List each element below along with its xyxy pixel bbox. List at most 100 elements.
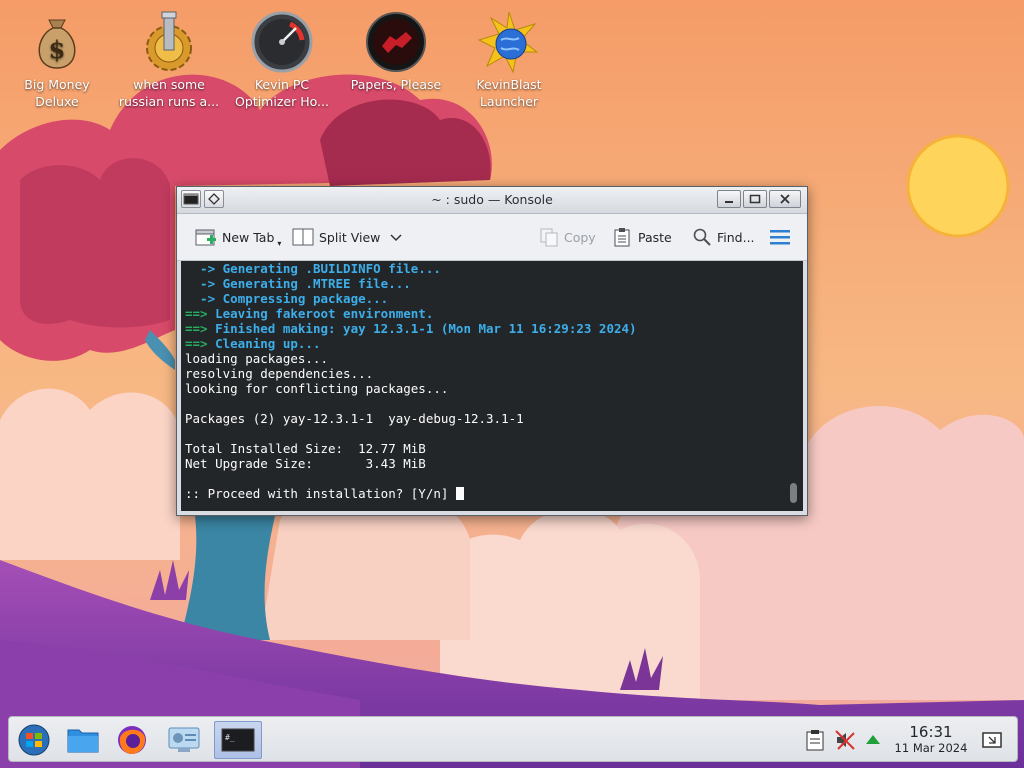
terminal-line: ==> Cleaning up... [181, 336, 803, 351]
terminal-line: -> Compressing package... [181, 291, 803, 306]
clipboard-icon [806, 730, 824, 751]
desktop-icon-big-money-deluxe[interactable]: $ Big Money Deluxe [2, 4, 112, 110]
close-icon [780, 194, 790, 204]
copy-label: Copy [564, 229, 596, 245]
terminal-line-prefix: -> [185, 276, 223, 291]
svg-text:#_: #_ [225, 733, 235, 742]
terminal-line: -> Generating .BUILDINFO file... [181, 261, 803, 276]
terminal-cursor [455, 487, 464, 500]
paste-label: Paste [638, 229, 672, 245]
gear-pipe-icon [137, 10, 201, 74]
copy-button[interactable]: Copy [539, 227, 596, 247]
svg-text:$: $ [49, 35, 66, 64]
taskbar: #_ 16:31 11 Mar 2024 [8, 716, 1018, 762]
star-globe-icon [477, 10, 541, 74]
taskbar-firefox[interactable] [112, 721, 152, 759]
chevron-up-icon [866, 735, 880, 744]
desktop-icon-label: Optimizer Ho... [235, 94, 329, 109]
show-desktop-icon [982, 732, 1002, 748]
terminal-line-prefix: ==> [185, 321, 216, 336]
taskbar-konsole[interactable]: #_ [214, 721, 262, 759]
terminal-line: ==> Leaving fakeroot environment. [181, 306, 803, 321]
close-button[interactable] [769, 190, 801, 208]
tray-expand[interactable] [861, 721, 885, 759]
paste-button[interactable]: Paste [613, 227, 672, 247]
clock-time: 16:31 [909, 723, 953, 741]
terminal-line-text: resolving dependencies... [185, 366, 374, 381]
terminal-line: resolving dependencies... [181, 366, 803, 381]
terminal-output[interactable]: -> Generating .BUILDINFO file... -> Gene… [181, 261, 803, 511]
money-bag-icon: $ [25, 10, 89, 74]
terminal-line: ==> Finished making: yay 12.3.1-1 (Mon M… [181, 321, 803, 336]
desktop-icon-label: KevinBlast [476, 77, 542, 92]
paste-icon [614, 228, 630, 247]
terminal-line: -> Generating .MTREE file... [181, 276, 803, 291]
split-view-label: Split View [319, 229, 381, 245]
hamburger-menu-button[interactable] [769, 228, 791, 246]
new-tab-button[interactable]: New Tab ▾ [195, 227, 281, 248]
terminal-line-prefix: ==> [185, 306, 216, 321]
desktop-icon-kevinblast-launcher[interactable]: KevinBlast Launcher [454, 4, 564, 110]
taskbar-clock[interactable]: 16:31 11 Mar 2024 [889, 723, 973, 755]
terminal-line-text: looking for conflicting packages... [185, 381, 449, 396]
desktop-icon-label: Launcher [479, 94, 539, 109]
terminal-line-text: Packages (2) yay-12.3.1-1 yay-debug-12.3… [185, 411, 524, 426]
window-title: ~ : sudo — Konsole [431, 192, 553, 207]
terminal-line-text: loading packages... [185, 351, 328, 366]
desktop-icon-label: when some [133, 77, 205, 92]
speedometer-icon [250, 10, 314, 74]
desktop-icon-label: russian runs a... [118, 94, 220, 109]
chevron-down-icon: ▾ [277, 239, 282, 248]
clock-date: 11 Mar 2024 [894, 741, 968, 755]
new-tab-label: New Tab [222, 230, 275, 245]
terminal-scrollbar[interactable] [790, 483, 797, 503]
terminal-line: loading packages... [181, 351, 803, 366]
terminal-line: Total Installed Size: 12.77 MiB [181, 441, 803, 456]
chevron-down-icon [390, 234, 402, 242]
terminal-line-text: Total Installed Size: 12.77 MiB [185, 441, 426, 456]
desktop-icon-russian[interactable]: when some russian runs a... [114, 4, 224, 110]
terminal-line-text: Generating .BUILDINFO file... [222, 261, 441, 276]
terminal-line-prefix: ==> [185, 336, 216, 351]
terminal-line: Packages (2) yay-12.3.1-1 yay-debug-12.3… [181, 411, 803, 426]
copy-icon [540, 228, 558, 247]
hamburger-menu-icon [770, 230, 790, 245]
volume-muted-icon [835, 730, 855, 750]
desktop-icon-papers-please[interactable]: Papers, Please [341, 4, 451, 93]
firefox-icon [118, 726, 146, 754]
desktop-icon-label: Deluxe [35, 94, 79, 109]
split-view-button[interactable]: Split View [292, 227, 403, 247]
show-desktop-button[interactable] [977, 721, 1007, 759]
desktop-icon-label: Kevin PC [254, 77, 310, 92]
terminal-line: :: Proceed with installation? [Y/n] [181, 486, 803, 501]
tray-clipboard[interactable] [803, 721, 827, 759]
maximize-button[interactable] [743, 190, 767, 208]
desktop-icon-kevin-pc-optimizer[interactable]: Kevin PC Optimizer Ho... [227, 4, 337, 110]
folder-icon [67, 729, 99, 753]
terminal-line-text: :: Proceed with installation? [Y/n] [185, 486, 456, 501]
konsole-window[interactable]: ~ : sudo — Konsole New Tab ▾ Split View … [176, 186, 808, 516]
desktop-icon-label: Big Money [24, 77, 90, 92]
desktop-icon-label: Papers, Please [350, 77, 442, 92]
minimize-icon [725, 201, 733, 203]
papers-please-icon [364, 10, 428, 74]
start-menu-button[interactable] [14, 721, 54, 759]
taskbar-file-manager[interactable] [63, 721, 103, 759]
terminal-line-prefix: -> [185, 291, 223, 306]
terminal-line: looking for conflicting packages... [181, 381, 803, 396]
terminal-line-text: Compressing package... [222, 291, 389, 306]
find-label: Find... [717, 229, 755, 245]
minimize-button[interactable] [717, 190, 741, 208]
start-orb-icon [18, 724, 50, 756]
tray-volume[interactable] [833, 721, 857, 759]
terminal-line-text: Finished making: yay 12.3.1-1 (Mon Mar 1… [215, 321, 637, 336]
terminal-line-text: Net Upgrade Size: 3.43 MiB [185, 456, 426, 471]
find-button[interactable]: Find... [692, 227, 755, 247]
terminal-line-text: Generating .MTREE file... [222, 276, 411, 291]
window-titlebar[interactable]: ~ : sudo — Konsole [177, 187, 807, 214]
search-icon [693, 228, 711, 246]
terminal-line-prefix: -> [185, 261, 223, 276]
taskbar-system-settings[interactable] [164, 721, 204, 759]
